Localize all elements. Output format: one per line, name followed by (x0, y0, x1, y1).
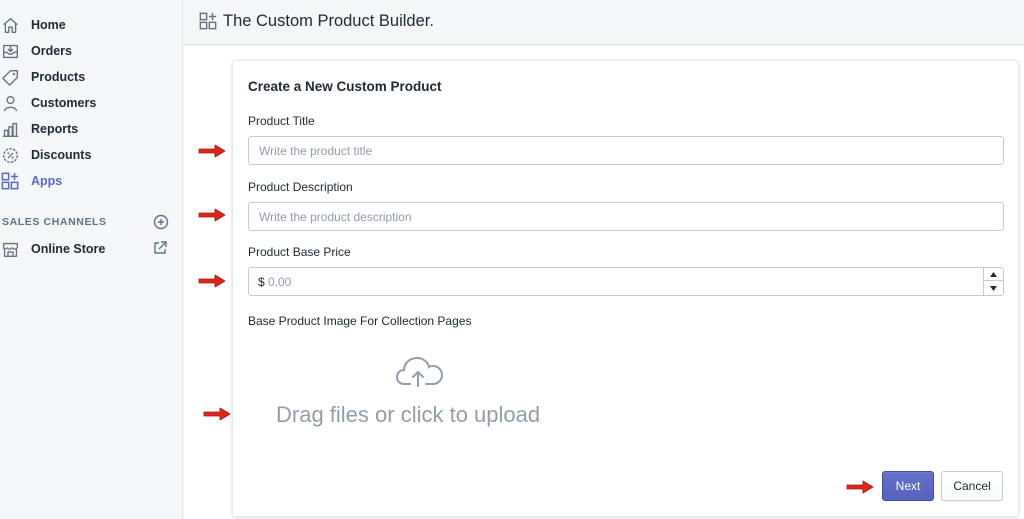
sidebar-item-home[interactable]: Home (0, 12, 183, 38)
next-button[interactable]: Next (882, 471, 934, 501)
app-header: The Custom Product Builder. (184, 0, 1024, 45)
product-price-label: Product Base Price (248, 245, 351, 259)
sidebar-item-customers[interactable]: Customers (0, 90, 183, 116)
product-description-label: Product Description (248, 180, 353, 194)
sidebar-item-label: Apps (31, 174, 63, 188)
decrement-button[interactable] (984, 282, 1003, 295)
caret-up-icon (990, 271, 997, 277)
annotation-arrow-icon (198, 144, 226, 158)
sidebar-item-label: Orders (31, 44, 72, 58)
discount-icon (1, 146, 19, 164)
image-upload-label: Base Product Image For Collection Pages (248, 314, 472, 328)
sidebar-item-label: Reports (31, 122, 79, 136)
annotation-arrow-icon (203, 407, 231, 421)
sidebar-item-label: Home (31, 18, 66, 32)
sidebar-item-label: Online Store (31, 242, 106, 256)
add-channel-icon[interactable] (153, 214, 169, 230)
cloud-upload-icon (395, 355, 444, 387)
product-price-input[interactable] (268, 269, 968, 294)
product-description-input[interactable] (248, 202, 1004, 231)
page-title: The Custom Product Builder. (223, 12, 434, 30)
sidebar-item-discounts[interactable]: Discounts (0, 142, 183, 168)
sidebar: Home Orders Products Customers Reports D… (0, 0, 183, 519)
bar-chart-icon (1, 120, 19, 138)
annotation-arrow-icon (846, 480, 874, 494)
sidebar-item-apps[interactable]: Apps (0, 168, 183, 194)
dropzone-text: Drag files or click to upload (276, 402, 541, 427)
product-title-label: Product Title (248, 114, 315, 128)
cancel-button[interactable]: Cancel (941, 471, 1003, 501)
apps-icon (199, 12, 217, 30)
annotation-arrow-icon (198, 208, 226, 222)
sidebar-item-products[interactable]: Products (0, 64, 183, 90)
tag-icon (1, 68, 19, 86)
sidebar-item-label: Customers (31, 96, 97, 110)
person-icon (1, 94, 19, 112)
sidebar-item-label: Products (31, 70, 86, 84)
orders-icon (1, 42, 19, 60)
external-link-icon[interactable] (152, 240, 168, 256)
price-stepper (983, 268, 1003, 295)
sidebar-item-orders[interactable]: Orders (0, 38, 183, 64)
sidebar-item-label: Discounts (31, 148, 92, 162)
product-price-field: $ (248, 267, 1004, 296)
card-title: Create a New Custom Product (248, 79, 442, 94)
product-title-input[interactable] (248, 136, 1004, 165)
store-icon (1, 240, 19, 258)
image-dropzone[interactable] (248, 335, 1004, 450)
caret-down-icon (990, 286, 997, 291)
sidebar-item-reports[interactable]: Reports (0, 116, 183, 142)
annotation-arrow-icon (198, 274, 226, 288)
increment-button[interactable] (984, 268, 1003, 281)
apps-icon (1, 172, 19, 190)
home-icon (1, 16, 19, 34)
sales-channels-heading: SALES CHANNELS (2, 216, 107, 228)
currency-prefix: $ (258, 275, 265, 289)
